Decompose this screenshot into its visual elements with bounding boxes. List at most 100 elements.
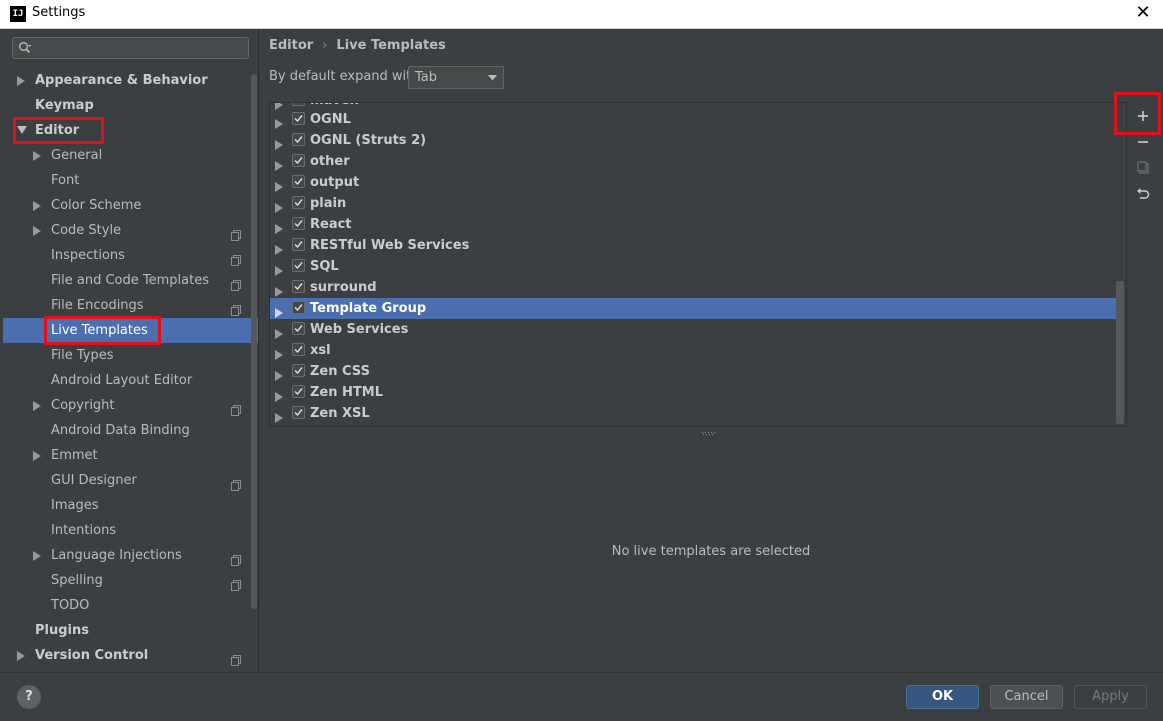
- sidebar-item-emmet[interactable]: Emmet: [3, 443, 258, 468]
- sidebar-item-label: Live Templates: [51, 323, 148, 338]
- template-group-name: other: [310, 154, 350, 169]
- template-group-row[interactable]: Template Group: [270, 298, 1116, 319]
- template-list-scrollbar[interactable]: [1116, 281, 1124, 424]
- template-group-row[interactable]: other: [270, 151, 1116, 172]
- chevron-right-icon[interactable]: [33, 143, 43, 168]
- chevron-right-icon[interactable]: [275, 409, 283, 426]
- sidebar-item-intentions[interactable]: Intentions: [3, 518, 258, 543]
- sidebar-item-appearance-behavior[interactable]: Appearance & Behavior: [3, 68, 258, 93]
- sidebar-item-label: Inspections: [51, 248, 125, 263]
- template-group-name: SQL: [310, 259, 339, 274]
- chevron-right-icon[interactable]: [33, 193, 43, 218]
- intellij-app-icon: IJ: [10, 6, 26, 22]
- sidebar-item-android-data-binding[interactable]: Android Data Binding: [3, 418, 258, 443]
- revert-template-button[interactable]: [1128, 182, 1158, 206]
- template-group-row[interactable]: OGNL (Struts 2): [270, 130, 1116, 151]
- template-group-checkbox[interactable]: [292, 259, 305, 272]
- sidebar-item-copyright[interactable]: Copyright: [3, 393, 258, 418]
- template-group-row[interactable]: RESTful Web Services: [270, 235, 1116, 256]
- sidebar-item-label: Appearance & Behavior: [35, 73, 208, 88]
- sidebar-item-font[interactable]: Font: [3, 168, 258, 193]
- ok-button[interactable]: OK: [906, 685, 979, 709]
- sidebar-item-file-encodings[interactable]: File Encodings: [3, 293, 258, 318]
- template-group-checkbox[interactable]: [292, 103, 305, 106]
- revert-icon: [1137, 188, 1150, 199]
- template-group-checkbox[interactable]: [292, 196, 305, 209]
- sidebar-item-spelling[interactable]: Spelling: [3, 568, 258, 593]
- sidebar-item-color-scheme[interactable]: Color Scheme: [3, 193, 258, 218]
- chevron-right-icon[interactable]: [17, 643, 27, 668]
- settings-search-input[interactable]: [12, 37, 249, 59]
- apply-button[interactable]: Apply: [1074, 685, 1147, 709]
- sidebar-item-label: Font: [51, 173, 80, 188]
- sidebar-item-images[interactable]: Images: [3, 493, 258, 518]
- sidebar-item-keymap[interactable]: Keymap: [3, 93, 258, 118]
- sidebar-item-version-control[interactable]: Version Control: [3, 643, 258, 668]
- sidebar-item-todo[interactable]: TODO: [3, 593, 258, 618]
- template-group-name: React: [310, 217, 352, 232]
- expand-with-label: By default expand with: [269, 69, 420, 84]
- template-group-checkbox[interactable]: [292, 175, 305, 188]
- template-group-row[interactable]: xsl: [270, 340, 1116, 361]
- chevron-right-icon[interactable]: [33, 393, 43, 418]
- template-toolbar: [1126, 102, 1161, 425]
- sidebar-item-editor[interactable]: Editor: [3, 118, 258, 143]
- project-scope-icon: [231, 225, 241, 241]
- breadcrumb: Editor › Live Templates: [269, 38, 446, 53]
- sidebar-item-language-injections[interactable]: Language Injections: [3, 543, 258, 568]
- sidebar-item-code-style[interactable]: Code Style: [3, 218, 258, 243]
- remove-template-button[interactable]: [1128, 130, 1158, 154]
- template-group-checkbox[interactable]: [292, 280, 305, 293]
- template-group-checkbox[interactable]: [292, 322, 305, 335]
- template-group-row[interactable]: OGNL: [270, 109, 1116, 130]
- chevron-right-icon[interactable]: [33, 443, 43, 468]
- template-group-checkbox[interactable]: [292, 301, 305, 314]
- template-group-row[interactable]: React: [270, 214, 1116, 235]
- template-group-checkbox[interactable]: [292, 343, 305, 356]
- template-group-name: OGNL: [310, 112, 351, 127]
- template-group-checkbox[interactable]: [292, 133, 305, 146]
- sidebar-item-plugins[interactable]: Plugins: [3, 618, 258, 643]
- sidebar-item-file-types[interactable]: File Types: [3, 343, 258, 368]
- close-window-button[interactable]: ✕: [1133, 2, 1153, 24]
- project-scope-icon: [231, 400, 241, 416]
- help-button[interactable]: ?: [17, 685, 41, 709]
- chevron-right-icon[interactable]: [33, 218, 43, 243]
- add-template-button[interactable]: [1128, 104, 1158, 128]
- template-group-checkbox[interactable]: [292, 364, 305, 377]
- sidebar-item-file-and-code-templates[interactable]: File and Code Templates: [3, 268, 258, 293]
- splitter-handle[interactable]: [701, 426, 717, 435]
- sidebar-item-label: Android Data Binding: [51, 423, 190, 438]
- template-group-row[interactable]: surround: [270, 277, 1116, 298]
- template-group-checkbox[interactable]: [292, 217, 305, 230]
- chevron-down-icon: [488, 75, 497, 81]
- template-group-row[interactable]: Zen HTML: [270, 382, 1116, 403]
- breadcrumb-parent: Editor: [269, 38, 314, 53]
- sidebar-item-gui-designer[interactable]: GUI Designer: [3, 468, 258, 493]
- template-group-checkbox[interactable]: [292, 406, 305, 419]
- chevron-right-icon[interactable]: [33, 543, 43, 568]
- sidebar-item-general[interactable]: General: [3, 143, 258, 168]
- template-group-checkbox[interactable]: [292, 112, 305, 125]
- sidebar-item-label: General: [51, 148, 103, 163]
- template-group-row[interactable]: output: [270, 172, 1116, 193]
- sidebar-scrollbar[interactable]: [251, 74, 257, 609]
- template-group-row[interactable]: Web Services: [270, 319, 1116, 340]
- template-group-checkbox[interactable]: [292, 238, 305, 251]
- template-group-row[interactable]: plain: [270, 193, 1116, 214]
- template-group-checkbox[interactable]: [292, 385, 305, 398]
- expand-with-select[interactable]: Tab: [408, 66, 504, 89]
- chevron-down-icon[interactable]: [17, 118, 27, 143]
- sidebar-item-inspections[interactable]: Inspections: [3, 243, 258, 268]
- sidebar-item-live-templates[interactable]: Live Templates: [3, 318, 258, 343]
- template-group-row[interactable]: SQL: [270, 256, 1116, 277]
- template-group-checkbox[interactable]: [292, 154, 305, 167]
- template-group-name: OGNL (Struts 2): [310, 133, 427, 148]
- template-group-row[interactable]: Zen CSS: [270, 361, 1116, 382]
- cancel-button[interactable]: Cancel: [990, 685, 1063, 709]
- template-group-row[interactable]: Zen XSL: [270, 403, 1116, 424]
- project-scope-icon: [231, 575, 241, 591]
- sidebar-item-android-layout-editor[interactable]: Android Layout Editor: [3, 368, 258, 393]
- chevron-right-icon[interactable]: [17, 68, 27, 93]
- copy-template-button[interactable]: [1128, 156, 1158, 180]
